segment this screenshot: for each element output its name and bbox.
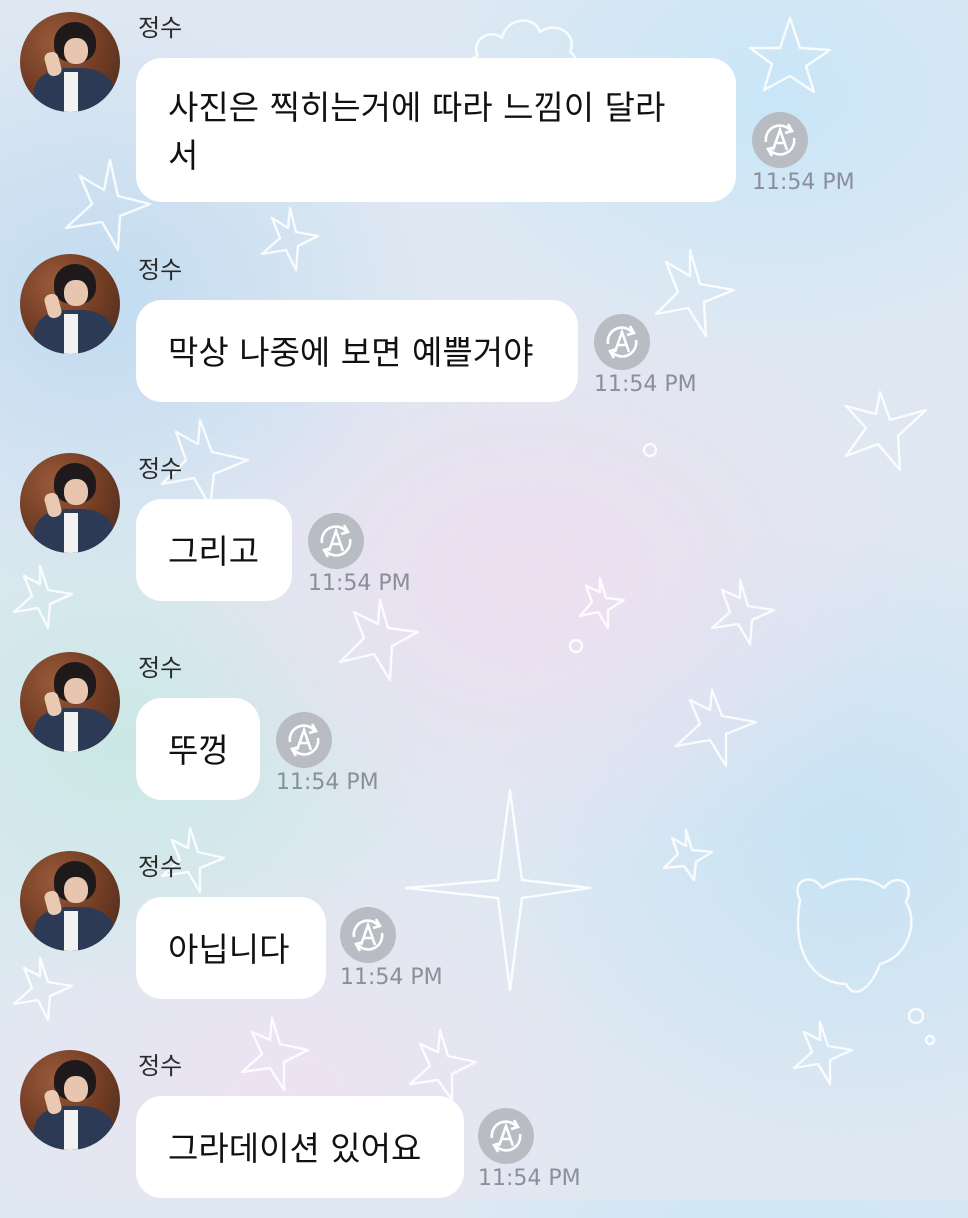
message-time: 11:54 PM: [340, 965, 443, 990]
message-row: 정수 뚜껑 11:54 PM: [0, 640, 968, 820]
avatar[interactable]: [20, 1050, 120, 1150]
message-time: 11:54 PM: [478, 1166, 581, 1191]
message-bubble[interactable]: 아닙니다: [136, 897, 326, 999]
translate-icon[interactable]: [340, 907, 396, 963]
sender-name: 정수: [138, 654, 183, 682]
message-time: 11:54 PM: [308, 571, 411, 596]
sender-name: 정수: [138, 1052, 183, 1080]
message-row: 정수 그리고 11:54 PM: [0, 441, 968, 621]
translate-icon[interactable]: [308, 513, 364, 569]
message-row: 정수 그라데이션 있어요 11:54 PM: [0, 1038, 968, 1218]
message-bubble[interactable]: 그리고: [136, 499, 292, 601]
avatar[interactable]: [20, 652, 120, 752]
avatar[interactable]: [20, 453, 120, 553]
message-bubble[interactable]: 막상 나중에 보면 예쁠거야: [136, 300, 578, 402]
avatar[interactable]: [20, 851, 120, 951]
translate-icon[interactable]: [276, 712, 332, 768]
message-time: 11:54 PM: [594, 372, 697, 397]
message-bubble[interactable]: 그라데이션 있어요: [136, 1096, 464, 1198]
message-row: 정수 아닙니다 11:54 PM: [0, 839, 968, 1019]
avatar[interactable]: [20, 254, 120, 354]
translate-icon[interactable]: [752, 112, 808, 168]
translate-icon[interactable]: [478, 1108, 534, 1164]
message-bubble[interactable]: 뚜껑: [136, 698, 260, 800]
message-bubble[interactable]: 사진은 찍히는거에 따라 느낌이 달라 서: [136, 58, 736, 202]
message-time: 11:54 PM: [276, 770, 379, 795]
avatar[interactable]: [20, 12, 120, 112]
sender-name: 정수: [138, 256, 183, 284]
sender-name: 정수: [138, 853, 183, 881]
message-row: 정수 사진은 찍히는거에 따라 느낌이 달라 서 11:54 PM: [0, 0, 968, 202]
message-row: 정수 막상 나중에 보면 예쁠거야 11:54 PM: [0, 242, 968, 422]
message-time: 11:54 PM: [752, 170, 855, 195]
sender-name: 정수: [138, 455, 183, 483]
translate-icon[interactable]: [594, 314, 650, 370]
sender-name: 정수: [138, 14, 183, 42]
